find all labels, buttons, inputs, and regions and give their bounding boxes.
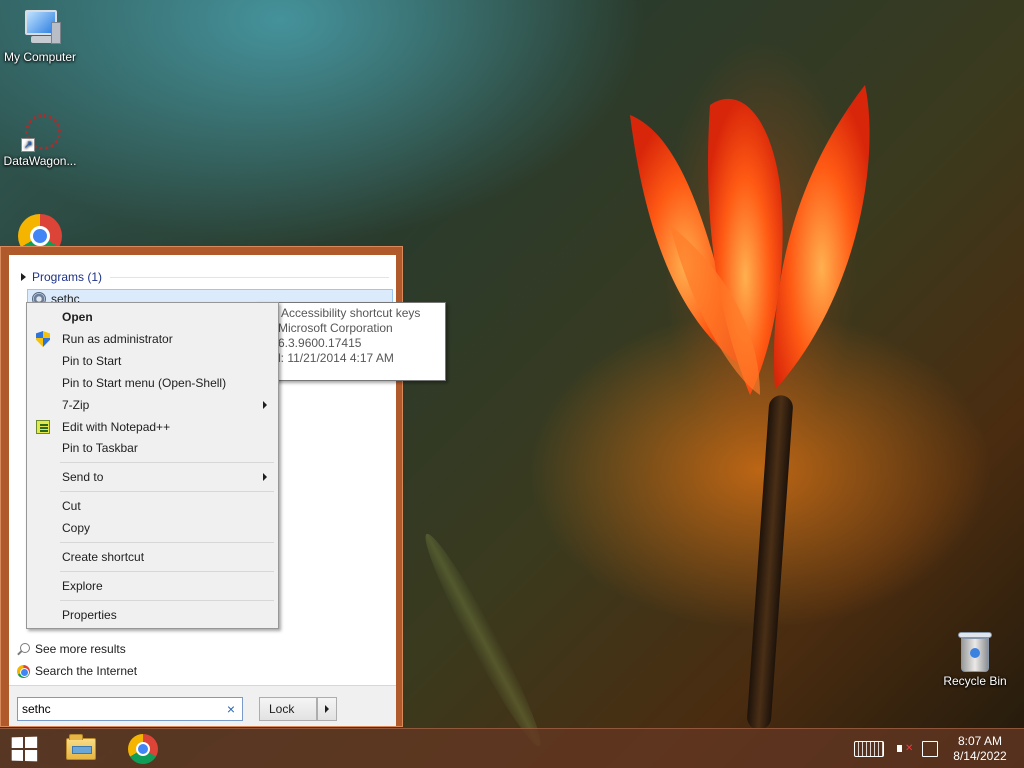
start-search-bar: × Lock	[9, 685, 396, 726]
context-menu: Open Run as administrator Pin to Start P…	[26, 302, 279, 629]
menu-item-cut[interactable]: Cut	[30, 495, 275, 517]
desktop-icon-my-computer[interactable]: My Computer	[0, 8, 80, 64]
clear-search-icon[interactable]: ×	[223, 700, 239, 718]
menu-separator	[60, 600, 274, 601]
menu-item-run-as-administrator[interactable]: Run as administrator	[30, 328, 275, 350]
menu-item-label: Pin to Taskbar	[62, 441, 138, 455]
desktop-icon-label: My Computer	[3, 50, 77, 64]
desktop-icon-label: DataWagon...	[3, 154, 77, 168]
volume-muted-icon[interactable]	[897, 741, 915, 757]
windows-logo-icon	[11, 736, 38, 762]
lock-button[interactable]: Lock	[259, 697, 317, 721]
menu-item-pin-to-start-menu-open-shell[interactable]: Pin to Start menu (Open-Shell)	[30, 372, 275, 394]
menu-item-7-zip[interactable]: 7-Zip	[30, 394, 275, 416]
start-search-input[interactable]	[17, 697, 243, 721]
menu-item-label: Send to	[62, 470, 104, 484]
power-options-arrow-button[interactable]	[317, 697, 337, 721]
notepadpp-icon	[35, 419, 51, 435]
clock-date: 8/14/2022	[953, 749, 1007, 763]
menu-item-pin-to-start[interactable]: Pin to Start	[30, 350, 275, 372]
menu-separator	[60, 542, 274, 543]
wallpaper-tulip-stem	[746, 394, 794, 731]
section-divider	[110, 276, 389, 278]
wallpaper-tulip	[630, 85, 870, 396]
search-internet-label: Search the Internet	[35, 664, 138, 678]
menu-item-create-shortcut[interactable]: Create shortcut	[30, 546, 275, 568]
menu-item-label: Open	[62, 310, 93, 324]
menu-item-pin-to-taskbar[interactable]: Pin to Taskbar	[30, 437, 275, 459]
see-more-results-link[interactable]: See more results	[17, 642, 126, 656]
submenu-arrow-icon	[263, 401, 267, 409]
menu-item-label: Pin to Start menu (Open-Shell)	[62, 376, 227, 390]
menu-item-properties[interactable]: Properties	[30, 604, 275, 626]
menu-separator	[60, 491, 274, 492]
desktop-icon-datawagon[interactable]: ↗ DataWagon...	[0, 112, 80, 168]
menu-item-label: Copy	[62, 521, 91, 535]
taskbar: 8:07 AM 8/14/2022	[0, 728, 1024, 768]
menu-item-explore[interactable]: Explore	[30, 575, 275, 597]
menu-item-label: Edit with Notepad++	[62, 420, 171, 434]
menu-item-label: Explore	[62, 579, 103, 593]
clock-time: 8:07 AM	[957, 734, 1003, 748]
taskbar-clock[interactable]: 8:07 AM 8/14/2022	[946, 734, 1014, 764]
submenu-arrow-icon	[263, 473, 267, 481]
desktop-icon-label: Recycle Bin	[943, 674, 1007, 688]
tooltip-line-description: ion: Accessibility shortcut keys	[259, 306, 421, 320]
programs-section-label: Programs (1)	[32, 270, 103, 284]
chevron-right-icon	[325, 705, 329, 713]
chrome-icon	[17, 664, 30, 678]
lock-button-label: Lock	[269, 702, 295, 716]
menu-item-label: Pin to Start	[62, 354, 122, 368]
menu-separator	[60, 571, 274, 572]
menu-item-label: 7-Zip	[62, 398, 90, 412]
menu-item-send-to[interactable]: Send to	[30, 466, 275, 488]
desktop-icon-recycle-bin[interactable]: Recycle Bin	[935, 630, 1015, 688]
menu-item-open[interactable]: Open	[30, 306, 275, 328]
menu-item-label: Run as administrator	[62, 332, 173, 346]
network-icon[interactable]	[922, 741, 938, 757]
search-magnifier-icon	[17, 642, 30, 656]
tooltip-line-company: Microsoft Corporation	[278, 321, 393, 335]
file-info-tooltip: ion: Accessibility shortcut keys Microso…	[255, 302, 446, 381]
datawagon-shortcut-icon: ↗	[19, 112, 61, 154]
start-button[interactable]	[4, 733, 44, 765]
uac-shield-icon	[35, 331, 51, 347]
menu-separator	[60, 462, 274, 463]
tooltip-line-version: 6.3.9600.17415	[278, 336, 362, 350]
expand-arrow-icon	[21, 273, 26, 281]
menu-item-copy[interactable]: Copy	[30, 517, 275, 539]
chrome-icon	[18, 214, 62, 248]
see-more-results-label: See more results	[35, 642, 126, 656]
file-explorer-icon	[66, 734, 96, 760]
wallpaper-leaf	[415, 527, 551, 753]
tooltip-line-date: l: 11/21/2014 4:17 AM	[278, 351, 394, 365]
menu-item-label: Properties	[62, 608, 117, 622]
menu-item-label: Cut	[62, 499, 81, 513]
desktop-icon-chrome[interactable]	[0, 214, 80, 248]
computer-icon	[17, 8, 63, 48]
menu-item-label: Create shortcut	[62, 550, 145, 564]
menu-item-edit-with-notepadpp[interactable]: Edit with Notepad++	[30, 416, 275, 438]
programs-section-header[interactable]: Programs (1)	[17, 269, 389, 285]
touch-keyboard-icon[interactable]	[854, 741, 884, 757]
taskbar-chrome[interactable]	[123, 733, 163, 765]
search-internet-link[interactable]: Search the Internet	[17, 664, 137, 678]
taskbar-file-explorer[interactable]	[61, 733, 101, 765]
chrome-icon	[128, 734, 158, 764]
recycle-bin-icon	[958, 630, 992, 672]
